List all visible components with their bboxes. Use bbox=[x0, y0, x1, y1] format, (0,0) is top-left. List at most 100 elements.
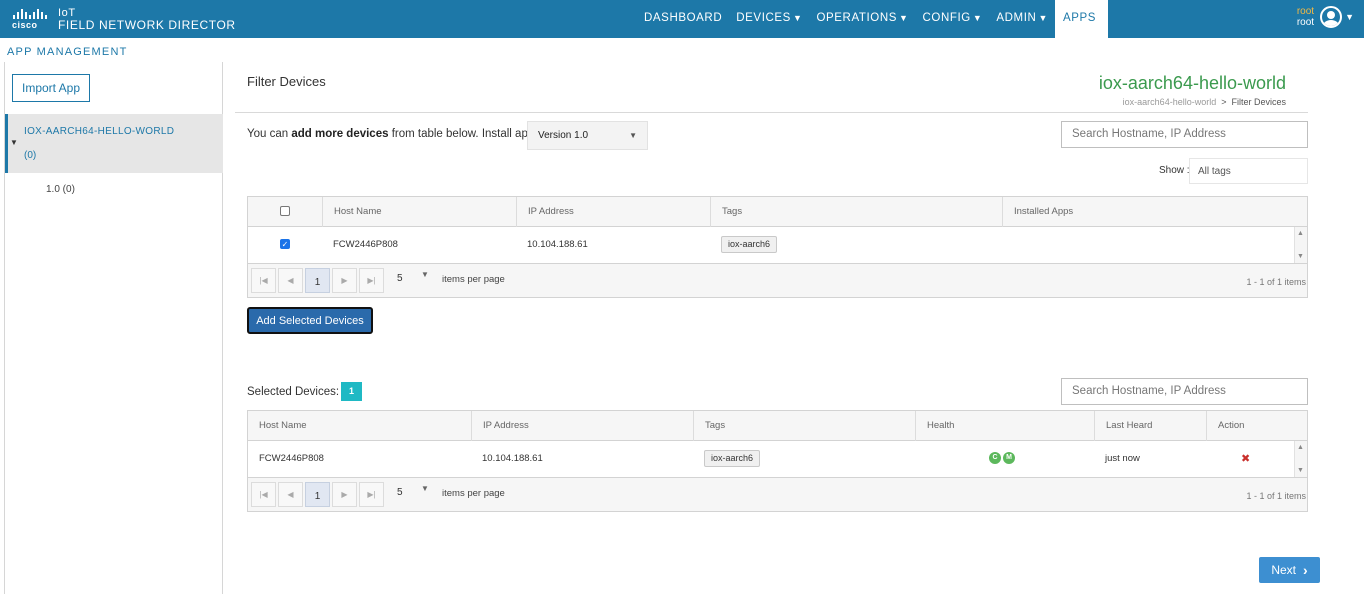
nav-operations[interactable]: OPERATIONS ▼ bbox=[809, 0, 915, 38]
version-select[interactable]: Version 1.0 ▼ bbox=[527, 121, 648, 150]
product-line-2: FIELD NETWORK DIRECTOR bbox=[58, 18, 236, 32]
tag-chip: iox-aarch6 bbox=[704, 449, 761, 467]
available-devices-table: Host Name IP Address Tags Installed Apps… bbox=[247, 196, 1308, 298]
add-message-bold: add more devices bbox=[291, 128, 389, 140]
page-size-select[interactable]: 5 bbox=[397, 273, 403, 284]
chevron-down-icon: ▼ bbox=[792, 13, 803, 23]
nav-dashboard-label: DASHBOARD bbox=[644, 12, 723, 24]
row-host-name: FCW2446P808 bbox=[259, 453, 324, 464]
cisco-logo[interactable]: cisco IoT FIELD NETWORK DIRECTOR bbox=[12, 6, 236, 32]
next-page-icon[interactable]: ▶ bbox=[332, 482, 357, 507]
select-all-checkbox[interactable] bbox=[280, 206, 290, 217]
nav-operations-label: OPERATIONS bbox=[816, 12, 898, 24]
chevron-down-icon: ▼ bbox=[1345, 12, 1354, 22]
page-title: Filter Devices bbox=[247, 74, 326, 89]
chevron-down-icon: ▼ bbox=[899, 13, 909, 23]
scroll-up-icon[interactable]: ▲ bbox=[1297, 230, 1304, 237]
table-pager: |◀ ◀ 1 ▶ ▶| 5 ▼ items per page 1 - 1 of … bbox=[248, 263, 1307, 297]
table-row[interactable]: ✓ FCW2446P808 10.104.188.61 iox-aarch6 bbox=[248, 227, 1307, 263]
table-header: Host Name IP Address Tags Health Last He… bbox=[248, 411, 1307, 441]
chevron-down-icon: ▼ bbox=[972, 13, 983, 23]
column-header-last-heard[interactable]: Last Heard bbox=[1094, 411, 1206, 441]
pager-info: 1 - 1 of 1 items bbox=[1246, 491, 1306, 501]
row-action: ✖ bbox=[1230, 441, 1250, 477]
chevron-down-icon[interactable]: ▼ bbox=[421, 270, 429, 279]
nav-devices[interactable]: DEVICES ▼ bbox=[729, 0, 809, 38]
cisco-bridge-logo-icon: cisco bbox=[12, 6, 52, 32]
select-all-cell bbox=[248, 197, 322, 227]
nav-admin-label: ADMIN bbox=[996, 12, 1037, 24]
chevron-down-icon[interactable]: ▼ bbox=[421, 484, 429, 493]
show-label: Show : bbox=[1159, 165, 1190, 176]
column-header-installed-apps[interactable]: Installed Apps bbox=[1002, 197, 1294, 227]
nav-config-label: CONFIG bbox=[922, 12, 971, 24]
app-list-panel: Import App ▼ IOX-AARCH64-HELLO-WORLD (0)… bbox=[4, 62, 223, 594]
nav-config[interactable]: CONFIG ▼ bbox=[916, 0, 990, 38]
add-selected-devices-button[interactable]: Add Selected Devices bbox=[247, 307, 373, 334]
first-page-icon[interactable]: |◀ bbox=[251, 482, 276, 507]
nav-apps-label: APPS bbox=[1062, 12, 1097, 24]
user-names: root root bbox=[1297, 6, 1314, 28]
expand-caret-icon[interactable]: ▼ bbox=[10, 138, 18, 147]
table-header: Host Name IP Address Tags Installed Apps bbox=[248, 197, 1307, 227]
product-name: IoT FIELD NETWORK DIRECTOR bbox=[58, 7, 236, 31]
nav-admin[interactable]: ADMIN ▼ bbox=[989, 0, 1055, 38]
chevron-down-icon: ▼ bbox=[1038, 13, 1048, 23]
row-tags: iox-aarch6 bbox=[710, 227, 778, 263]
column-header-ip-address[interactable]: IP Address bbox=[516, 197, 710, 227]
page-size-select[interactable]: 5 bbox=[397, 487, 403, 498]
app-version-item[interactable]: 1.0 (0) bbox=[46, 184, 75, 195]
items-per-page-label: items per page bbox=[442, 274, 505, 285]
version-select-value: Version 1.0 bbox=[538, 130, 589, 141]
tags-select[interactable]: All tags bbox=[1189, 158, 1308, 184]
app-list-item-name: IOX-AARCH64-HELLO-WORLD bbox=[24, 126, 175, 137]
table-scrollbar[interactable]: ▲ ▼ bbox=[1294, 227, 1307, 263]
add-message-prefix: You can bbox=[247, 128, 292, 140]
top-navigation-bar: cisco IoT FIELD NETWORK DIRECTOR DASHBOA… bbox=[0, 0, 1364, 38]
breadcrumb-current: Filter Devices bbox=[1231, 97, 1286, 107]
row-installed-apps bbox=[1002, 227, 1013, 263]
row-tags: iox-aarch6 bbox=[693, 441, 761, 477]
column-header-host-name[interactable]: Host Name bbox=[248, 411, 471, 441]
app-list-item[interactable]: ▼ IOX-AARCH64-HELLO-WORLD (0) bbox=[5, 114, 223, 173]
import-app-button[interactable]: Import App bbox=[12, 74, 90, 102]
app-list-item-count: (0) bbox=[24, 150, 37, 161]
next-button-label: Next bbox=[1271, 563, 1296, 577]
row-ip-address: 10.104.188.61 bbox=[527, 239, 588, 250]
chevron-right-icon: › bbox=[1303, 562, 1308, 578]
column-header-host-name[interactable]: Host Name bbox=[322, 197, 516, 227]
column-header-tags[interactable]: Tags bbox=[693, 411, 915, 441]
prev-page-icon[interactable]: ◀ bbox=[278, 268, 303, 293]
row-select-cell: ✓ bbox=[248, 227, 322, 263]
prev-page-icon[interactable]: ◀ bbox=[278, 482, 303, 507]
next-button[interactable]: Next › bbox=[1259, 557, 1320, 583]
page-number-button[interactable]: 1 bbox=[305, 482, 330, 507]
health-c-icon: C bbox=[989, 452, 1001, 465]
table-row[interactable]: FCW2446P808 10.104.188.61 iox-aarch6 CM … bbox=[248, 441, 1307, 477]
selected-search-input[interactable]: Search Hostname, IP Address bbox=[1061, 378, 1308, 405]
page-number-button[interactable]: 1 bbox=[305, 268, 330, 293]
column-header-tags[interactable]: Tags bbox=[710, 197, 1002, 227]
user-avatar-icon[interactable] bbox=[1320, 6, 1343, 28]
user-menu[interactable]: root root ▼ bbox=[1297, 6, 1354, 28]
row-last-heard: just now bbox=[1105, 453, 1140, 464]
last-page-icon[interactable]: ▶| bbox=[359, 482, 384, 507]
scroll-down-icon[interactable]: ▼ bbox=[1297, 253, 1304, 260]
next-page-icon[interactable]: ▶ bbox=[332, 268, 357, 293]
device-search-input[interactable]: Search Hostname, IP Address bbox=[1061, 121, 1308, 148]
chevron-down-icon: ▼ bbox=[629, 131, 637, 140]
table-scrollbar[interactable]: ▲ ▼ bbox=[1294, 441, 1307, 477]
scroll-up-icon[interactable]: ▲ bbox=[1297, 444, 1304, 451]
add-devices-message: You can add more devices from table belo… bbox=[247, 128, 534, 140]
nav-apps[interactable]: APPS bbox=[1054, 0, 1108, 38]
column-header-health[interactable]: Health bbox=[915, 411, 1094, 441]
first-page-icon[interactable]: |◀ bbox=[251, 268, 276, 293]
breadcrumb-parent[interactable]: iox-aarch64-hello-world bbox=[1123, 97, 1217, 107]
remove-icon[interactable]: ✖ bbox=[1241, 453, 1250, 465]
last-page-icon[interactable]: ▶| bbox=[359, 268, 384, 293]
user-role: root bbox=[1296, 6, 1315, 17]
column-header-ip-address[interactable]: IP Address bbox=[471, 411, 693, 441]
nav-dashboard[interactable]: DASHBOARD bbox=[637, 0, 729, 38]
scroll-down-icon[interactable]: ▼ bbox=[1297, 467, 1304, 474]
row-checkbox[interactable]: ✓ bbox=[280, 239, 290, 250]
